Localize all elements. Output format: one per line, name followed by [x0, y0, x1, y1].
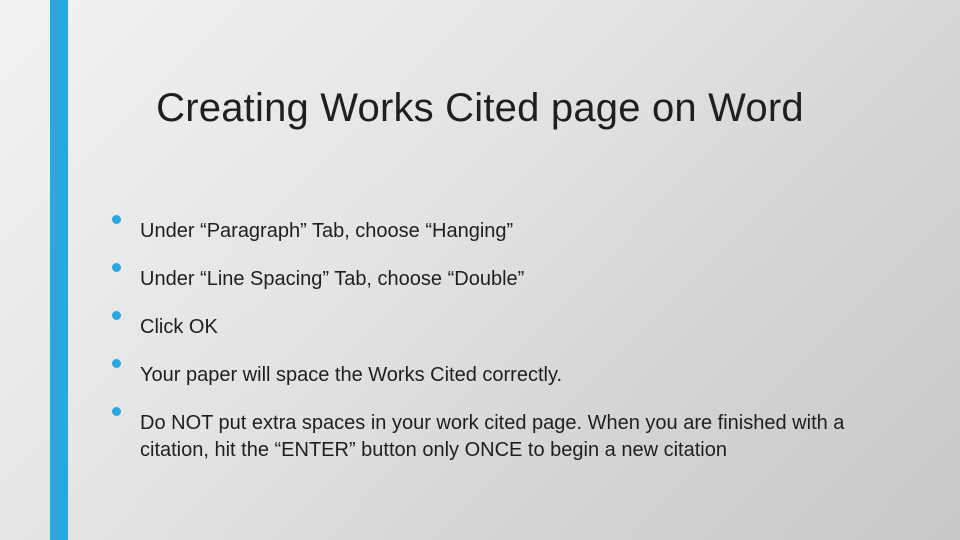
list-item: Do NOT put extra spaces in your work cit… — [112, 407, 902, 464]
list-item: Click OK — [112, 311, 902, 341]
bullet-icon — [112, 215, 121, 224]
bullet-list: Under “Paragraph” Tab, choose “Hanging” … — [112, 215, 902, 482]
list-item-text: Under “Paragraph” Tab, choose “Hanging” — [140, 215, 902, 245]
list-item-text: Your paper will space the Works Cited co… — [140, 359, 902, 389]
bullet-icon — [112, 311, 121, 320]
list-item-text: Under “Line Spacing” Tab, choose “Double… — [140, 263, 902, 293]
list-item: Under “Line Spacing” Tab, choose “Double… — [112, 263, 902, 293]
bullet-icon — [112, 359, 121, 368]
bullet-icon — [112, 407, 121, 416]
list-item: Under “Paragraph” Tab, choose “Hanging” — [112, 215, 902, 245]
accent-bar — [50, 0, 68, 540]
slide-title: Creating Works Cited page on Word — [0, 86, 960, 131]
slide: Creating Works Cited page on Word Under … — [0, 0, 960, 540]
list-item: Your paper will space the Works Cited co… — [112, 359, 902, 389]
list-item-text: Click OK — [140, 311, 902, 341]
bullet-icon — [112, 263, 121, 272]
list-item-text: Do NOT put extra spaces in your work cit… — [140, 407, 902, 464]
